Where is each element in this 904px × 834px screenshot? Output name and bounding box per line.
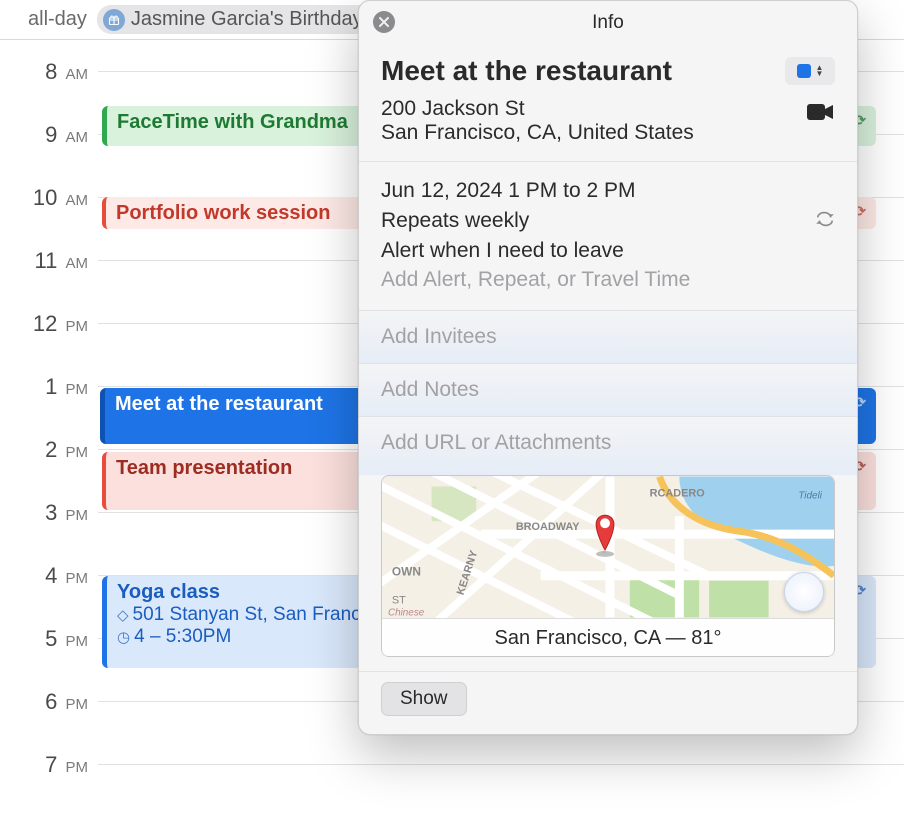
show-button[interactable]: Show bbox=[381, 682, 467, 716]
allday-event-title: Jasmine Garcia's Birthday bbox=[131, 8, 363, 31]
hour-label: 2 PM bbox=[0, 437, 98, 463]
hour-label: 5 PM bbox=[0, 626, 98, 652]
compass-icon bbox=[784, 572, 824, 612]
title-section: Meet at the restaurant ▲▼ 200 Jackson St… bbox=[359, 45, 857, 161]
notes-section: Add Notes bbox=[359, 363, 857, 416]
add-url-field[interactable]: Add URL or Attachments bbox=[381, 429, 835, 457]
allday-label: all-day bbox=[28, 8, 87, 31]
svg-text:ST: ST bbox=[392, 595, 406, 607]
hour-label: 3 PM bbox=[0, 500, 98, 526]
attachments-section: Add URL or Attachments bbox=[359, 416, 857, 475]
calendar-select[interactable]: ▲▼ bbox=[785, 57, 835, 85]
hour-label: 10 AM bbox=[0, 185, 98, 211]
calendar-color-swatch bbox=[797, 64, 811, 78]
svg-text:Tideli: Tideli bbox=[798, 490, 822, 501]
event-title: Meet at the restaurant bbox=[115, 393, 323, 415]
map-weather-footer: San Francisco, CA — 81° bbox=[382, 618, 834, 657]
hour-label: 8 AM bbox=[0, 59, 98, 85]
event-title: FaceTime with Grandma bbox=[117, 111, 348, 133]
svg-text:Chinese: Chinese bbox=[388, 607, 425, 618]
svg-text:OWN: OWN bbox=[392, 565, 421, 579]
popover-footer: Show bbox=[359, 671, 857, 734]
hour-label: 9 AM bbox=[0, 122, 98, 148]
location-field[interactable]: 200 Jackson St San Francisco, CA, United… bbox=[381, 97, 795, 145]
event-info-popover: Info Meet at the restaurant ▲▼ 200 Jacks… bbox=[358, 0, 858, 735]
allday-event-pill[interactable]: Jasmine Garcia's Birthday bbox=[97, 5, 375, 34]
hour-label: 7 PM bbox=[0, 752, 98, 778]
close-button[interactable] bbox=[373, 11, 395, 33]
add-invitees-field[interactable]: Add Invitees bbox=[381, 323, 835, 351]
location-pin-icon: ◇ bbox=[117, 606, 129, 624]
hour-label: 12 PM bbox=[0, 311, 98, 337]
hour-label: 11 AM bbox=[0, 248, 98, 274]
event-title: Team presentation bbox=[116, 457, 292, 479]
invitees-section: Add Invitees bbox=[359, 310, 857, 363]
repeat-icon bbox=[815, 209, 835, 233]
popover-header-title: Info bbox=[592, 12, 624, 34]
video-call-button[interactable] bbox=[805, 101, 835, 123]
time-section: Jun 12, 2024 1 PM to 2 PM Repeats weekly… bbox=[359, 161, 857, 310]
map-image: BROADWAY KEARNY RCADERO OWN ST Chinese T… bbox=[382, 476, 834, 618]
datetime-field[interactable]: Jun 12, 2024 1 PM to 2 PM bbox=[381, 176, 835, 206]
hour-label: 6 PM bbox=[0, 689, 98, 715]
event-title: Portfolio work session bbox=[116, 202, 330, 224]
hour-label: 4 PM bbox=[0, 563, 98, 589]
clock-icon: ◷ bbox=[117, 628, 130, 646]
popover-header: Info bbox=[359, 1, 857, 45]
hour-label: 1 PM bbox=[0, 374, 98, 400]
repeat-field[interactable]: Repeats weekly bbox=[381, 209, 529, 233]
event-title-field[interactable]: Meet at the restaurant bbox=[381, 55, 775, 87]
map-preview[interactable]: BROADWAY KEARNY RCADERO OWN ST Chinese T… bbox=[381, 475, 835, 657]
add-alert-field[interactable]: Add Alert, Repeat, or Travel Time bbox=[381, 266, 835, 294]
updown-icon: ▲▼ bbox=[816, 65, 824, 77]
svg-text:BROADWAY: BROADWAY bbox=[516, 521, 580, 533]
alert-field[interactable]: Alert when I need to leave bbox=[381, 236, 835, 266]
gift-icon bbox=[103, 9, 125, 31]
add-notes-field[interactable]: Add Notes bbox=[381, 376, 835, 404]
svg-text:RCADERO: RCADERO bbox=[650, 487, 706, 499]
